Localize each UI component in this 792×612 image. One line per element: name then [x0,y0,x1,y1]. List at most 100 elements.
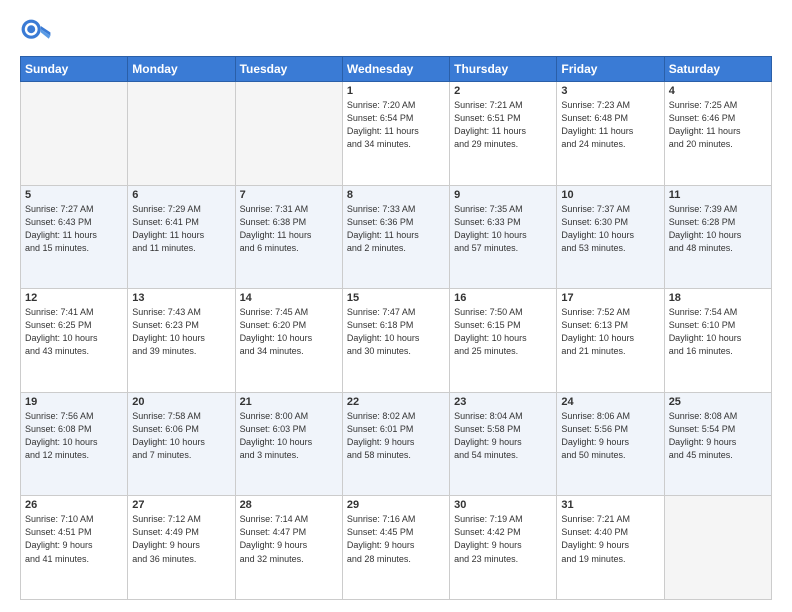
day-number: 26 [25,499,123,511]
day-cell: 28 Sunrise: 7:14 AM Sunset: 4:47 PM Dayli… [235,496,342,600]
day-info: Sunrise: 7:45 AM Sunset: 6:20 PM Dayligh… [240,306,338,358]
col-header-thursday: Thursday [450,57,557,82]
day-info: Sunrise: 8:06 AM Sunset: 5:56 PM Dayligh… [561,410,659,462]
day-info: Sunrise: 8:02 AM Sunset: 6:01 PM Dayligh… [347,410,445,462]
day-cell: 14 Sunrise: 7:45 AM Sunset: 6:20 PM Dayli… [235,289,342,393]
day-number: 12 [25,292,123,304]
day-number: 24 [561,396,659,408]
day-cell [128,82,235,186]
col-header-saturday: Saturday [664,57,771,82]
day-info: Sunrise: 7:16 AM Sunset: 4:45 PM Dayligh… [347,513,445,565]
day-cell [235,82,342,186]
day-number: 25 [669,396,767,408]
day-number: 17 [561,292,659,304]
day-info: Sunrise: 7:19 AM Sunset: 4:42 PM Dayligh… [454,513,552,565]
day-number: 1 [347,85,445,97]
day-cell: 21 Sunrise: 8:00 AM Sunset: 6:03 PM Dayli… [235,392,342,496]
day-cell: 18Sunrise: 7:54 AM Sunset: 6:10 PM Dayli… [664,289,771,393]
day-info: Sunrise: 7:33 AM Sunset: 6:36 PM Dayligh… [347,203,445,255]
week-row-3: 12 Sunrise: 7:41 AM Sunset: 6:25 PM Dayli… [21,289,772,393]
day-cell: 31 Sunrise: 7:21 AM Sunset: 4:40 PM Dayli… [557,496,664,600]
day-info: Sunrise: 8:04 AM Sunset: 5:58 PM Dayligh… [454,410,552,462]
logo-icon [20,18,52,50]
day-number: 31 [561,499,659,511]
day-cell: 1 Sunrise: 7:20 AM Sunset: 6:54 PM Daylig… [342,82,449,186]
day-info: Sunrise: 7:31 AM Sunset: 6:38 PM Dayligh… [240,203,338,255]
col-header-wednesday: Wednesday [342,57,449,82]
day-info: Sunrise: 7:12 AM Sunset: 4:49 PM Dayligh… [132,513,230,565]
day-cell: 4 Sunrise: 7:25 AM Sunset: 6:46 PM Daylig… [664,82,771,186]
day-number: 21 [240,396,338,408]
day-number: 30 [454,499,552,511]
day-cell: 2Sunrise: 7:21 AM Sunset: 6:51 PM Daylig… [450,82,557,186]
day-cell: 9Sunrise: 7:35 AM Sunset: 6:33 PM Daylig… [450,185,557,289]
day-cell: 7Sunrise: 7:31 AM Sunset: 6:38 PM Daylig… [235,185,342,289]
day-cell: 27 Sunrise: 7:12 AM Sunset: 4:49 PM Dayli… [128,496,235,600]
day-number: 6 [132,189,230,201]
day-cell: 10 Sunrise: 7:37 AM Sunset: 6:30 PM Dayli… [557,185,664,289]
day-cell: 8 Sunrise: 7:33 AM Sunset: 6:36 PM Daylig… [342,185,449,289]
day-cell: 16 Sunrise: 7:50 AM Sunset: 6:15 PM Dayli… [450,289,557,393]
day-number: 8 [347,189,445,201]
day-cell: 25 Sunrise: 8:08 AM Sunset: 5:54 PM Dayli… [664,392,771,496]
day-info: Sunrise: 8:00 AM Sunset: 6:03 PM Dayligh… [240,410,338,462]
day-number: 14 [240,292,338,304]
day-info: Sunrise: 7:50 AM Sunset: 6:15 PM Dayligh… [454,306,552,358]
day-cell: 20 Sunrise: 7:58 AM Sunset: 6:06 PM Dayli… [128,392,235,496]
day-info: Sunrise: 7:14 AM Sunset: 4:47 PM Dayligh… [240,513,338,565]
day-info: Sunrise: 7:25 AM Sunset: 6:46 PM Dayligh… [669,99,767,151]
day-cell: 19Sunrise: 7:56 AM Sunset: 6:08 PM Dayli… [21,392,128,496]
day-number: 11 [669,189,767,201]
day-info: Sunrise: 7:52 AM Sunset: 6:13 PM Dayligh… [561,306,659,358]
day-number: 28 [240,499,338,511]
day-cell: 6 Sunrise: 7:29 AM Sunset: 6:41 PM Daylig… [128,185,235,289]
col-header-tuesday: Tuesday [235,57,342,82]
day-number: 4 [669,85,767,97]
day-number: 15 [347,292,445,304]
day-cell: 11 Sunrise: 7:39 AM Sunset: 6:28 PM Dayli… [664,185,771,289]
day-cell [21,82,128,186]
col-header-sunday: Sunday [21,57,128,82]
day-info: Sunrise: 7:10 AM Sunset: 4:51 PM Dayligh… [25,513,123,565]
day-number: 10 [561,189,659,201]
day-cell: 26 Sunrise: 7:10 AM Sunset: 4:51 PM Dayli… [21,496,128,600]
day-info: Sunrise: 7:58 AM Sunset: 6:06 PM Dayligh… [132,410,230,462]
col-header-monday: Monday [128,57,235,82]
day-info: Sunrise: 7:21 AM Sunset: 6:51 PM Dayligh… [454,99,552,151]
day-number: 9 [454,189,552,201]
day-number: 20 [132,396,230,408]
week-row-2: 5Sunrise: 7:27 AM Sunset: 6:43 PM Daylig… [21,185,772,289]
day-number: 29 [347,499,445,511]
calendar: SundayMondayTuesdayWednesdayThursdayFrid… [20,56,772,600]
day-cell: 24 Sunrise: 8:06 AM Sunset: 5:56 PM Dayli… [557,392,664,496]
page: SundayMondayTuesdayWednesdayThursdayFrid… [0,0,792,612]
day-number: 13 [132,292,230,304]
day-number: 22 [347,396,445,408]
day-info: Sunrise: 8:08 AM Sunset: 5:54 PM Dayligh… [669,410,767,462]
day-info: Sunrise: 7:29 AM Sunset: 6:41 PM Dayligh… [132,203,230,255]
day-info: Sunrise: 7:23 AM Sunset: 6:48 PM Dayligh… [561,99,659,151]
day-cell: 12 Sunrise: 7:41 AM Sunset: 6:25 PM Dayli… [21,289,128,393]
day-cell: 30 Sunrise: 7:19 AM Sunset: 4:42 PM Dayli… [450,496,557,600]
day-info: Sunrise: 7:41 AM Sunset: 6:25 PM Dayligh… [25,306,123,358]
day-info: Sunrise: 7:37 AM Sunset: 6:30 PM Dayligh… [561,203,659,255]
day-number: 27 [132,499,230,511]
day-info: Sunrise: 7:47 AM Sunset: 6:18 PM Dayligh… [347,306,445,358]
day-cell: 5Sunrise: 7:27 AM Sunset: 6:43 PM Daylig… [21,185,128,289]
logo [20,18,56,50]
day-number: 3 [561,85,659,97]
day-cell [664,496,771,600]
day-info: Sunrise: 7:21 AM Sunset: 4:40 PM Dayligh… [561,513,659,565]
day-cell: 15 Sunrise: 7:47 AM Sunset: 6:18 PM Dayli… [342,289,449,393]
calendar-header-row: SundayMondayTuesdayWednesdayThursdayFrid… [21,57,772,82]
day-cell: 23 Sunrise: 8:04 AM Sunset: 5:58 PM Dayli… [450,392,557,496]
day-number: 23 [454,396,552,408]
day-info: Sunrise: 7:20 AM Sunset: 6:54 PM Dayligh… [347,99,445,151]
day-info: Sunrise: 7:39 AM Sunset: 6:28 PM Dayligh… [669,203,767,255]
week-row-5: 26 Sunrise: 7:10 AM Sunset: 4:51 PM Dayli… [21,496,772,600]
day-number: 5 [25,189,123,201]
header [20,18,772,50]
day-info: Sunrise: 7:56 AM Sunset: 6:08 PM Dayligh… [25,410,123,462]
day-cell: 3 Sunrise: 7:23 AM Sunset: 6:48 PM Daylig… [557,82,664,186]
day-number: 16 [454,292,552,304]
